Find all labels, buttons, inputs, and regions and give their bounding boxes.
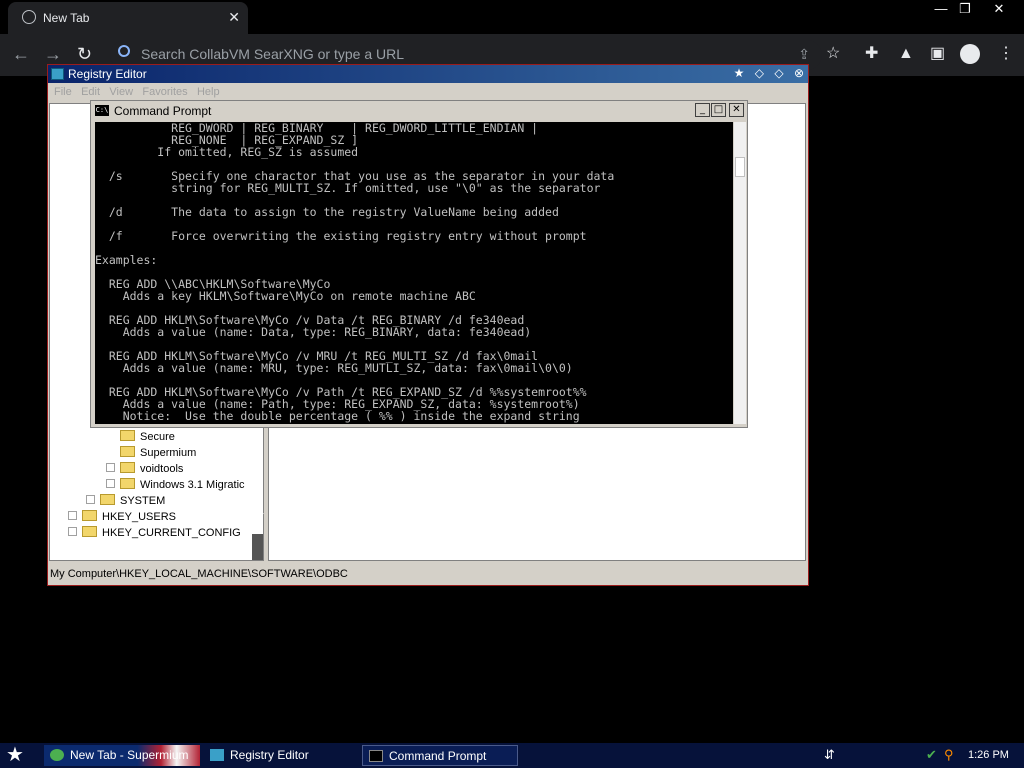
console-text: REG_DWORD | REG_BINARY | REG_DWORD_LITTL… (95, 122, 615, 423)
registry-editor-icon (51, 68, 64, 80)
taskbar-item-browser[interactable]: New Tab - Supermium (44, 745, 200, 766)
expand-icon[interactable] (68, 511, 77, 520)
reload-icon[interactable]: ↻ (77, 45, 92, 63)
search-tray-icon[interactable]: ⚲ (944, 748, 954, 761)
cmd-close-button[interactable]: ✕ (729, 103, 744, 117)
folder-icon (82, 526, 97, 537)
registry-editor-titlebar[interactable]: Registry Editor ★ ◇ ◇ ⊗ (48, 65, 808, 83)
tree-item[interactable]: SYSTEM (86, 494, 165, 507)
registry-editor-title: Registry Editor (68, 67, 147, 81)
menu-view[interactable]: View (109, 86, 133, 98)
folder-icon (120, 430, 135, 441)
pin-icon[interactable]: ★ (734, 66, 745, 80)
tree-item[interactable]: Windows 3.1 Migratic (106, 478, 245, 491)
expand-icon[interactable] (68, 527, 77, 536)
network-icon[interactable]: ⇵ (824, 748, 835, 761)
registry-menu-bar: File Edit View Favorites Help (48, 83, 808, 101)
tree-item[interactable]: HKEY_USERS (68, 510, 176, 523)
menu-help[interactable]: Help (197, 86, 220, 98)
back-icon[interactable]: ← (12, 45, 30, 63)
taskbar-item-regedit[interactable]: Registry Editor (204, 745, 354, 766)
tab-title: New Tab (43, 11, 90, 25)
tab-new-tab[interactable]: New Tab ✕ (8, 2, 248, 34)
menu-icon[interactable]: ⋮ (998, 45, 1014, 63)
omnibox-placeholder: Search CollabVM SearXNG or type a URL (141, 46, 404, 62)
folder-icon (120, 446, 135, 457)
console-output[interactable]: REG_DWORD | REG_BINARY | REG_DWORD_LITTL… (95, 122, 733, 424)
tab-close-icon[interactable]: ✕ (228, 9, 240, 26)
menu-favorites[interactable]: Favorites (142, 86, 187, 98)
browser-icon (50, 749, 64, 761)
lab-icon[interactable]: ▲ (898, 45, 914, 63)
menu-file[interactable]: File (54, 86, 72, 98)
maximize-icon[interactable]: ◇ (774, 66, 783, 80)
cmd-scroll-thumb[interactable] (735, 157, 745, 177)
registry-editor-icon (210, 749, 224, 761)
cmd-minimize-button[interactable]: _ (695, 103, 710, 117)
restore-button[interactable]: ❐ (948, 0, 982, 18)
profile-icon[interactable] (960, 44, 980, 64)
folder-icon (100, 494, 115, 505)
tab-strip: New Tab ✕ — ❐ ✕ (0, 0, 1024, 34)
menu-edit[interactable]: Edit (81, 86, 100, 98)
side-panel-icon[interactable]: ▣ (930, 45, 945, 63)
taskbar-clock[interactable]: 1:26 PM (968, 749, 1009, 761)
close-icon[interactable]: ⊗ (794, 66, 804, 80)
bookmark-star-icon[interactable]: ☆ (826, 45, 840, 63)
tree-vertical-scrollbar[interactable] (252, 534, 263, 560)
minimize-icon[interactable]: ◇ (755, 66, 764, 80)
command-prompt-titlebar[interactable]: C:\ Command Prompt _ □ ✕ (91, 101, 747, 120)
cmd-vertical-scrollbar[interactable] (734, 122, 746, 424)
tree-item[interactable]: Supermium (120, 446, 196, 459)
search-icon (118, 45, 130, 57)
command-prompt-icon: C:\ (95, 105, 109, 116)
taskbar-item-command-prompt[interactable]: Command Prompt (362, 745, 518, 766)
start-icon[interactable]: ★ (6, 744, 24, 766)
globe-icon (22, 10, 36, 24)
expand-icon[interactable] (86, 495, 95, 504)
taskbar: ★ New Tab - Supermium Registry Editor Co… (0, 743, 1024, 768)
share-icon[interactable]: ⇪ (798, 46, 810, 63)
extensions-icon[interactable]: ✚ (865, 45, 878, 63)
tree-item[interactable]: voidtools (106, 462, 183, 475)
forward-icon[interactable]: → (44, 45, 62, 63)
close-window-button[interactable]: ✕ (982, 0, 1016, 18)
command-prompt-icon (369, 750, 383, 762)
cmd-maximize-button[interactable]: □ (711, 103, 726, 117)
folder-icon (82, 510, 97, 521)
tree-item[interactable]: HKEY_CURRENT_CONFIG (68, 526, 241, 539)
registry-status-bar: My Computer\HKEY_LOCAL_MACHINE\SOFTWARE\… (48, 565, 808, 585)
command-prompt-title: Command Prompt (114, 104, 212, 118)
security-icon[interactable]: ✔ (926, 748, 937, 761)
status-path: My Computer\HKEY_LOCAL_MACHINE\SOFTWARE\… (50, 568, 348, 580)
folder-icon (120, 478, 135, 489)
command-prompt-window: C:\ Command Prompt _ □ ✕ REG_DWORD | REG… (90, 100, 748, 428)
folder-icon (120, 462, 135, 473)
tree-item[interactable]: Secure (120, 430, 175, 443)
expand-icon[interactable] (106, 479, 115, 488)
expand-icon[interactable] (106, 463, 115, 472)
